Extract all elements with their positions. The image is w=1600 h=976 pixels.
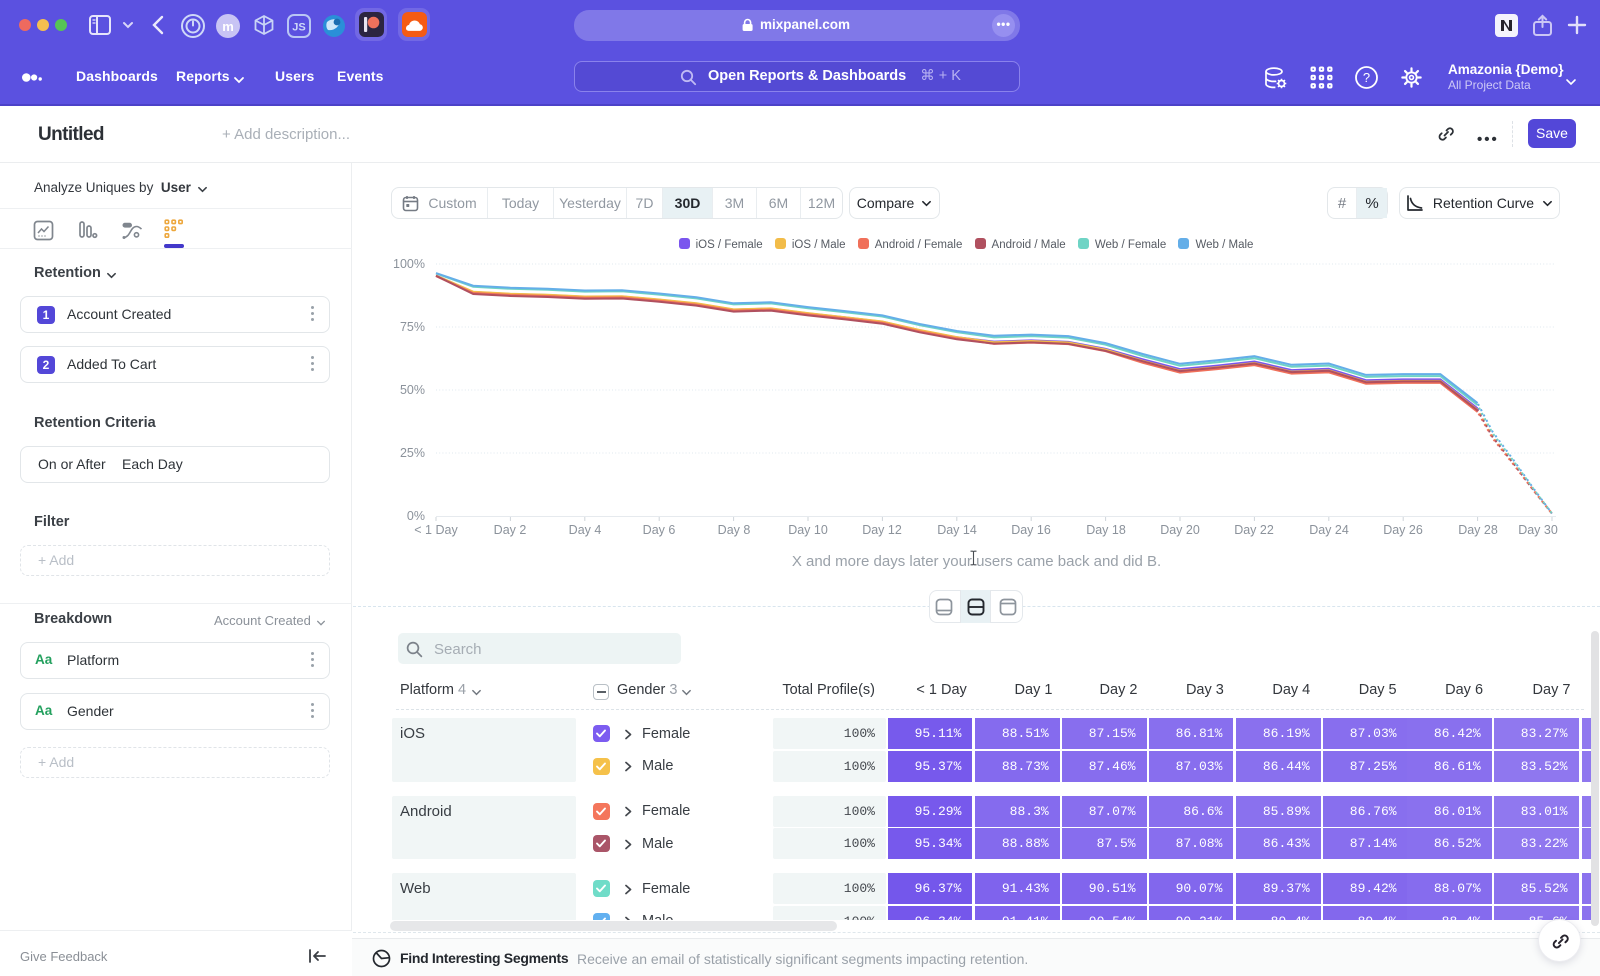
svg-text:m: m [222,19,234,34]
svg-text:?: ? [1363,70,1370,85]
svg-text:JS: JS [292,22,305,34]
